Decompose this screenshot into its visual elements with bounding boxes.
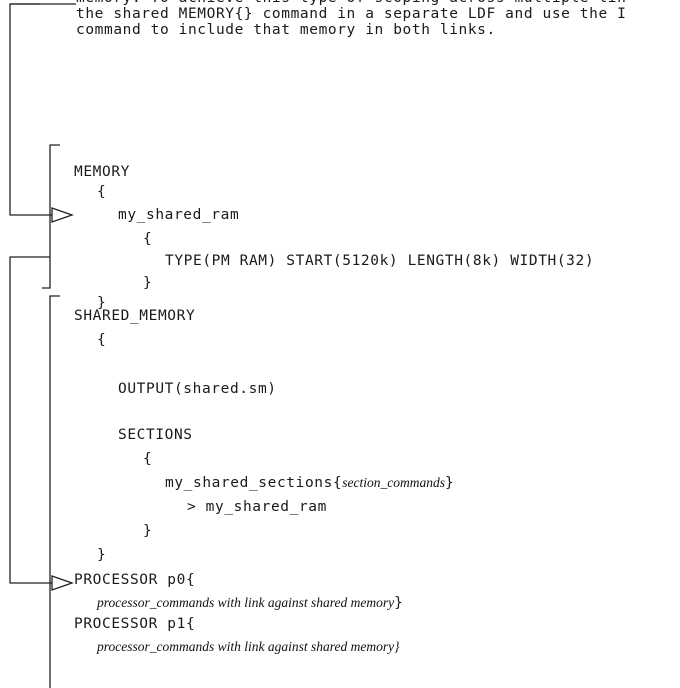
shared-memory-brace-open: { (97, 332, 107, 348)
shared-memory-brace-close: } (97, 547, 107, 563)
arrow-to-processor (51, 575, 74, 591)
section-commands-placeholder: section_commands (342, 475, 445, 490)
processor-p1: PROCESSOR p1{ (74, 616, 196, 632)
ram-name: my_shared_ram (118, 207, 240, 223)
p0-commands-line: processor_commands with link against sha… (97, 593, 403, 613)
ram-brace-close: } (143, 275, 153, 291)
map-to-ram: > my_shared_ram (187, 499, 327, 515)
sections-keyword: SECTIONS (118, 427, 193, 443)
p1-commands: processor_commands with link against sha… (97, 639, 400, 654)
processor-p0: PROCESSOR p0{ (74, 572, 196, 588)
intro-line-3: command to include that memory in both l… (76, 22, 496, 38)
p0-commands: processor_commands with link against sha… (97, 595, 395, 610)
output-command: OUTPUT(shared.sm) (118, 381, 277, 397)
lower-link-bracket (9, 256, 55, 584)
memory-brace-open: { (97, 184, 107, 200)
shared-memory-bracket (49, 295, 60, 688)
shared-sections-close: } (445, 475, 455, 491)
p0-close: } (394, 595, 404, 611)
sections-brace-open: { (143, 451, 153, 467)
arrow-to-memory (51, 207, 74, 223)
memory-keyword: MEMORY (74, 164, 130, 180)
ram-brace-open: { (143, 231, 153, 247)
ram-definition: TYPE(PM RAM) START(5120k) LENGTH(8k) WID… (165, 253, 595, 269)
shared-sections-line: my_shared_sections{section_commands} (165, 473, 454, 493)
shared-memory-keyword: SHARED_MEMORY (74, 308, 196, 324)
shared-sections-name: my_shared_sections{ (165, 475, 343, 491)
sections-brace-close: } (143, 523, 153, 539)
